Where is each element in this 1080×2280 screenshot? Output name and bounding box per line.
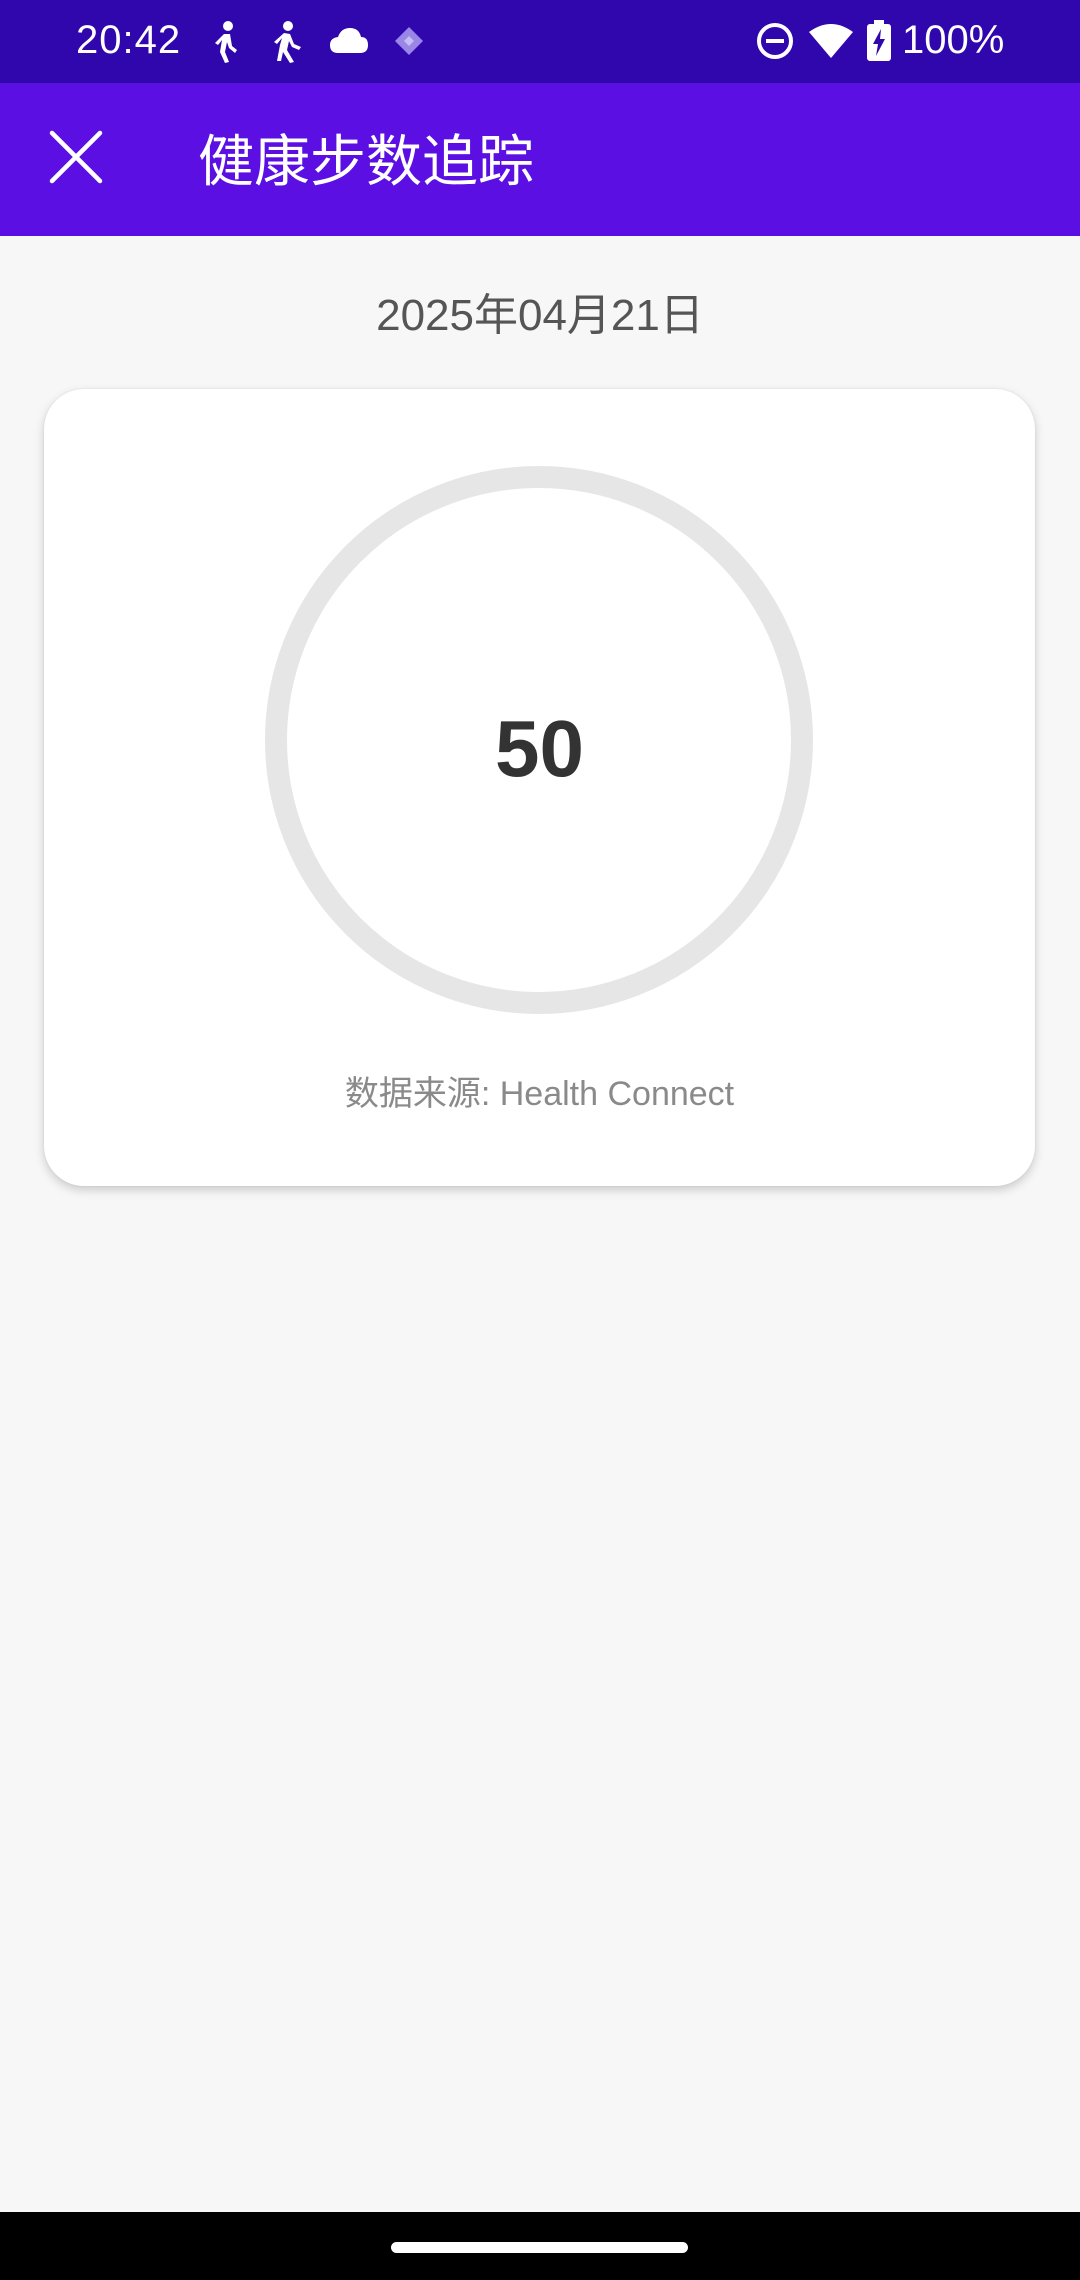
battery-charging-icon <box>866 20 892 67</box>
battery-percent: 100% <box>902 18 1005 62</box>
date-label: 2025年04月21日 <box>376 291 704 340</box>
page-title: 健康步数追踪 <box>198 130 534 193</box>
wifi-icon <box>808 24 854 65</box>
navigation-bar <box>0 2212 1080 2280</box>
diamond-icon <box>394 26 424 61</box>
home-handle[interactable] <box>391 2242 688 2253</box>
screen: 20:42 100% 健康步数追踪 2025年04月21日 50 数据来源: H… <box>0 0 1080 2280</box>
data-source-label: 数据来源: Health Connect <box>344 1075 735 1113</box>
step-count: 50 <box>495 704 584 793</box>
hiking-icon <box>268 20 304 69</box>
close-icon <box>48 129 104 190</box>
app-bar <box>0 83 1080 236</box>
step-card: 50 数据来源: Health Connect <box>44 389 1035 1186</box>
do-not-disturb-icon <box>756 22 794 65</box>
status-time: 20:42 <box>76 18 182 62</box>
cloud-icon <box>328 26 370 59</box>
walking-icon <box>210 20 242 69</box>
close-button[interactable] <box>38 121 114 197</box>
status-bar: 20:42 100% <box>0 0 1080 83</box>
